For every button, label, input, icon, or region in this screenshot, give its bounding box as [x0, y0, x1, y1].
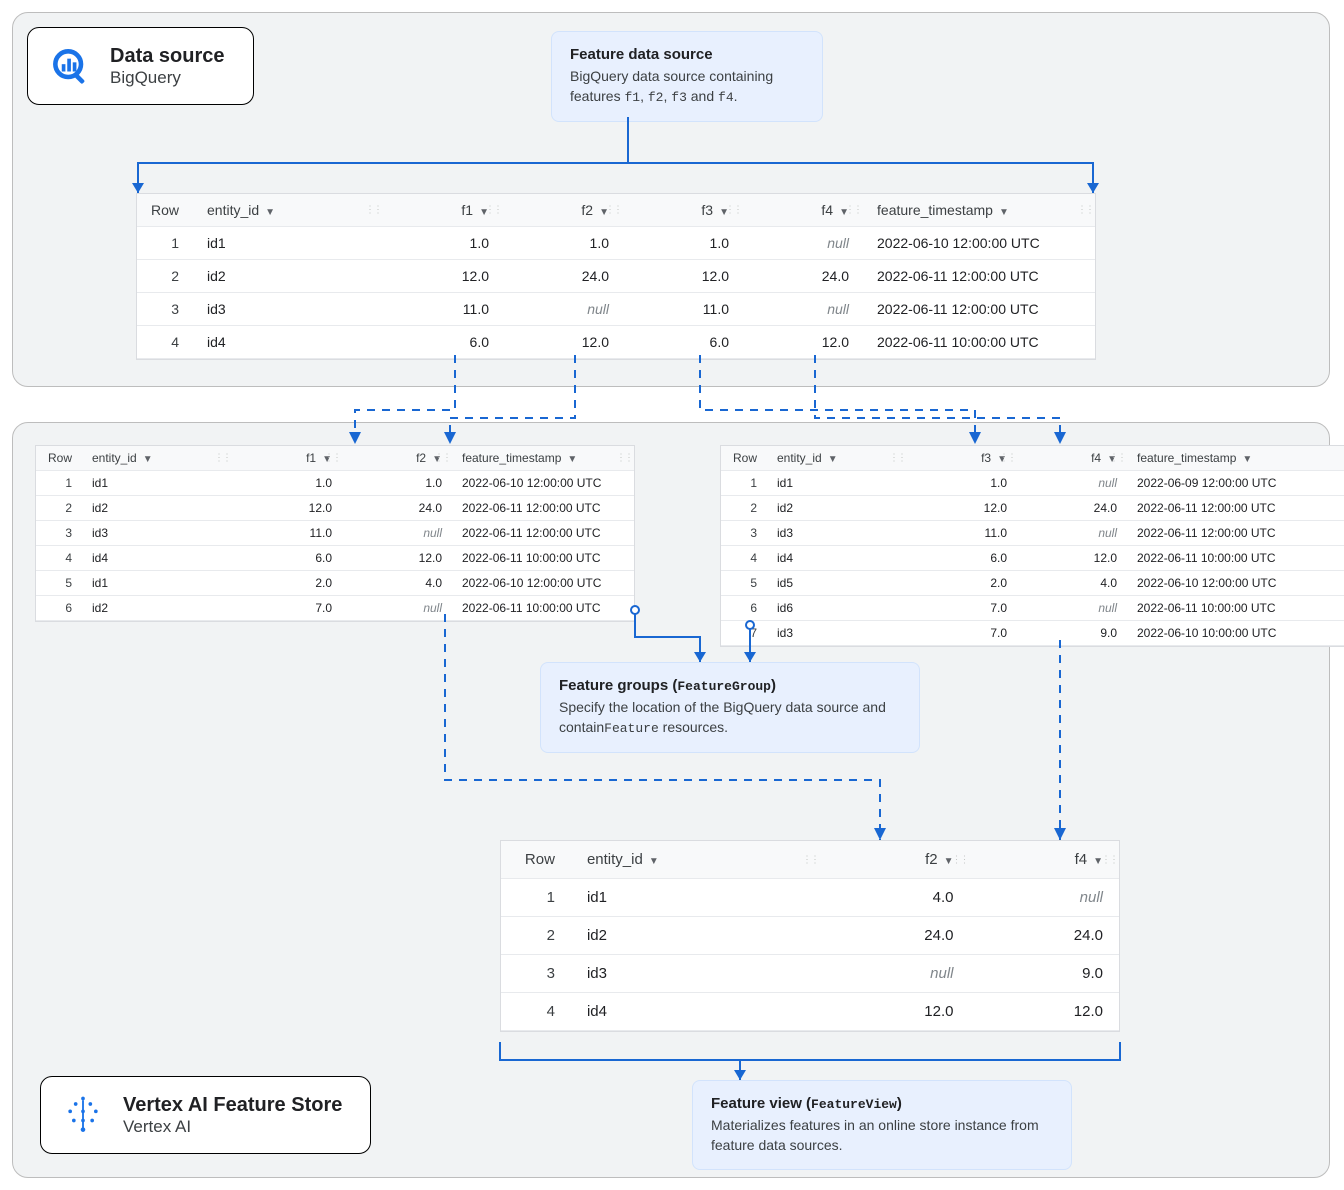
card-vertex-feature-store: Vertex AI Feature Store Vertex AI [40, 1076, 371, 1154]
col-f1[interactable]: f1▼⋮⋮ [383, 194, 503, 227]
callout-desc: Specify the location of the BigQuery dat… [559, 698, 897, 738]
table-row: 4id46.012.06.012.02022-06-11 10:00:00 UT… [137, 326, 1095, 359]
table-row: 2id212.024.02022-06-11 12:00:00 UTC [36, 496, 634, 521]
col-row[interactable]: Row [137, 194, 193, 227]
callout-feature-groups: Feature groups (FeatureGroup) Specify th… [540, 662, 920, 753]
table-row: 7id37.09.02022-06-10 10:00:00 UTC [721, 621, 1344, 646]
col-f3[interactable]: f3▼⋮⋮ [623, 194, 743, 227]
callout-title: Feature groups (FeatureGroup) [559, 677, 897, 694]
bigquery-icon [48, 44, 92, 88]
table-feature-group-1: Row entity_id▼⋮⋮ f1▼⋮⋮ f2▼⋮⋮ feature_tim… [35, 445, 635, 622]
table-row: 3id3null9.0 [501, 955, 1119, 993]
table-row: 3id311.0null2022-06-11 12:00:00 UTC [36, 521, 634, 546]
col-entity-id[interactable]: entity_id▼⋮⋮ [193, 194, 383, 227]
table-row: 4id46.012.02022-06-11 10:00:00 UTC [721, 546, 1344, 571]
callout-feature-view: Feature view (FeatureView) Materializes … [692, 1080, 1072, 1170]
table-feature-group-2: Row entity_id▼⋮⋮ f3▼⋮⋮ f4▼⋮⋮ feature_tim… [720, 445, 1344, 647]
table-row: 3id311.0null2022-06-11 12:00:00 UTC [721, 521, 1344, 546]
table-row: 3id311.0null11.0null2022-06-11 12:00:00 … [137, 293, 1095, 326]
card-bigquery-source: Data source BigQuery [27, 27, 254, 105]
table-row: 4id46.012.02022-06-11 10:00:00 UTC [36, 546, 634, 571]
table-row: 5id12.04.02022-06-10 12:00:00 UTC [36, 571, 634, 596]
table-row: 1id11.01.01.0null2022-06-10 12:00:00 UTC [137, 227, 1095, 260]
callout-title: Feature data source [570, 46, 800, 63]
table-row: 1id11.0null2022-06-09 12:00:00 UTC [721, 471, 1344, 496]
col-feature-timestamp[interactable]: feature_timestamp▼⋮⋮ [863, 194, 1095, 227]
callout-feature-data-source: Feature data source BigQuery data source… [551, 31, 823, 122]
table-row: 2id212.024.02022-06-11 12:00:00 UTC [721, 496, 1344, 521]
table-row: 1id11.01.02022-06-10 12:00:00 UTC [36, 471, 634, 496]
col-f4[interactable]: f4▼⋮⋮ [743, 194, 863, 227]
dropdown-icon: ▼ [265, 207, 275, 218]
table-row: 4id412.012.0 [501, 993, 1119, 1031]
callout-desc: BigQuery data source containing features… [570, 67, 800, 107]
diagram-root: Data source BigQuery Feature data source… [0, 0, 1344, 1190]
table-row: 6id27.0null2022-06-11 10:00:00 UTC [36, 596, 634, 621]
card-title: Data source [110, 44, 225, 68]
card-subtitle: BigQuery [110, 68, 225, 88]
table-row: 5id52.04.02022-06-10 12:00:00 UTC [721, 571, 1344, 596]
table-row: 1id14.0null [501, 879, 1119, 917]
table-row: 2id224.024.0 [501, 917, 1119, 955]
table-feature-view: Row entity_id▼⋮⋮ f2▼⋮⋮ f4▼⋮⋮ 1id14.0null… [500, 840, 1120, 1032]
table-row: 6id67.0null2022-06-11 10:00:00 UTC [721, 596, 1344, 621]
resize-grip-icon[interactable]: ⋮⋮ [365, 205, 381, 216]
panel-data-source: Data source BigQuery Feature data source… [12, 12, 1330, 387]
table-row: 2id212.024.012.024.02022-06-11 12:00:00 … [137, 260, 1095, 293]
vertex-ai-icon [61, 1093, 105, 1137]
col-f2[interactable]: f2▼⋮⋮ [503, 194, 623, 227]
table-source: Row entity_id▼⋮⋮ f1▼⋮⋮ f2▼⋮⋮ f3▼⋮⋮ f4▼⋮⋮… [136, 193, 1096, 360]
